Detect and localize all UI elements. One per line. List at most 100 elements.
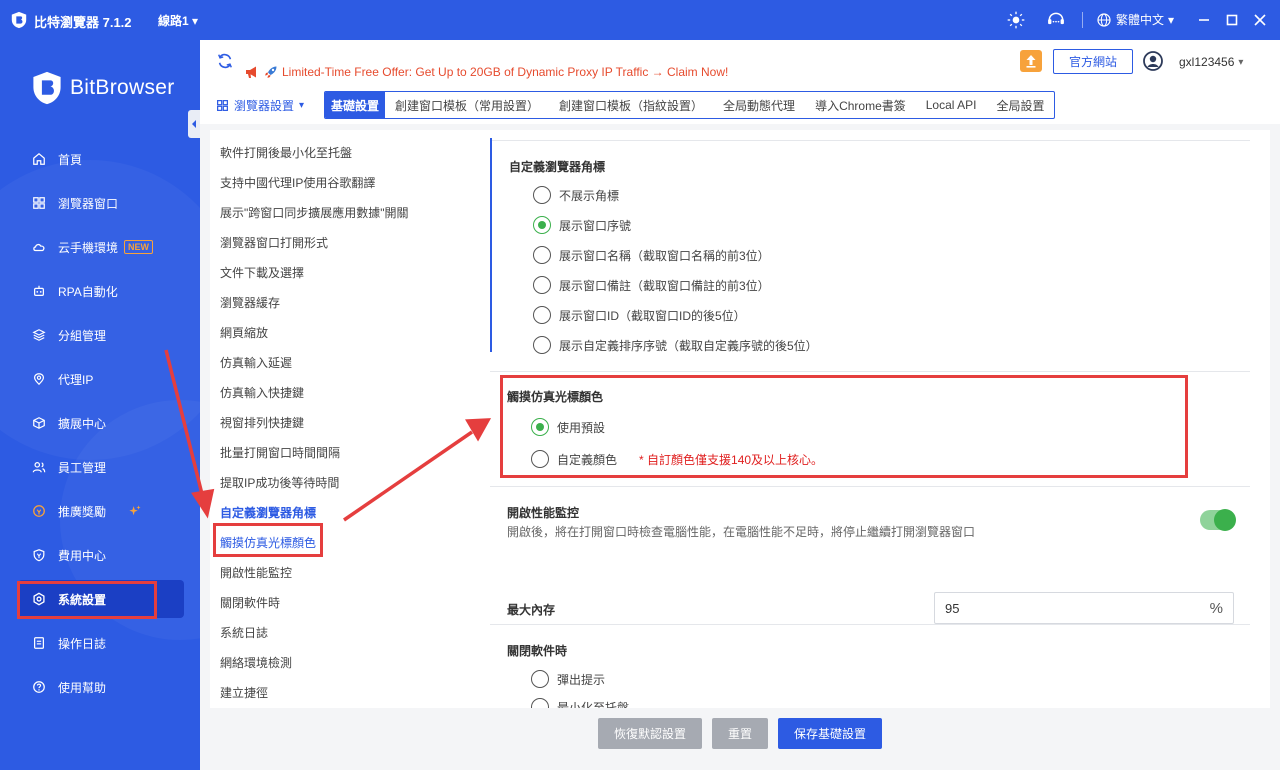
sidebar-item-cloud-phone[interactable]: 云手機環境 NEW (18, 228, 184, 266)
sparkle-icon (129, 505, 141, 516)
footer-actions: 恢復默認設置 重置 保存基礎設置 (200, 708, 1280, 770)
reset-button[interactable]: 重置 (712, 718, 768, 749)
tab-window-template-fingerprint[interactable]: 創建窗口模板（指紋設置） (549, 92, 713, 118)
sidebar-item-label: 操作日誌 (58, 636, 107, 651)
close-section-title: 關閉軟件時 (507, 644, 568, 658)
restore-defaults-button[interactable]: 恢復默認設置 (598, 718, 702, 749)
settings-nav-item[interactable]: 瀏覽器緩存 (220, 294, 280, 311)
settings-nav-item[interactable]: 展示"跨窗口同步擴展應用數據"開關 (220, 204, 409, 221)
app-title: 比特瀏覽器 7.1.2 (34, 15, 132, 30)
radio-label: 不展示角標 (559, 188, 620, 203)
radio-label: 展示窗口ID（截取窗口ID的後5位） (559, 308, 746, 323)
sidebar-item-extensions[interactable]: 擴展中心 (18, 404, 184, 442)
settings-nav-item[interactable]: 提取IP成功後等待時間 (220, 474, 339, 491)
log-icon (34, 637, 44, 649)
settings-nav-item[interactable]: 仿真輸入快捷鍵 (220, 384, 304, 401)
radio-button[interactable] (533, 186, 551, 204)
sidebar-item-groups[interactable]: 分組管理 (18, 316, 184, 354)
promo-banner[interactable]: Limited-Time Free Offer: Get Up to 20GB … (244, 65, 728, 79)
settings-nav-item[interactable]: 關閉軟件時 (220, 594, 280, 611)
user-menu[interactable]: gxl123456 ▾ (1179, 55, 1243, 69)
radio-button[interactable] (533, 276, 551, 294)
username: gxl123456 (1179, 55, 1235, 69)
refresh-icon[interactable] (216, 52, 234, 70)
app-window: 比特瀏覽器 7.1.2 線路1 ▾ 繁體中文 ▾ BitBrowser 首頁 瀏… (0, 0, 1280, 770)
radio-button[interactable] (533, 306, 551, 324)
settings-nav-item[interactable]: 網絡環境檢測 (220, 654, 292, 671)
radio-custom-order[interactable]: 展示自定義排序序號（截取自定義序號的後5位） (533, 336, 818, 354)
radio-button[interactable] (533, 216, 551, 234)
sidebar-item-home[interactable]: 首頁 (18, 140, 184, 178)
radio-button[interactable] (533, 336, 551, 354)
maximize-icon[interactable] (1224, 12, 1240, 28)
settings-nav-item[interactable]: 文件下載及選擇 (220, 264, 304, 281)
perf-description: 開啟後，將在打開窗口時檢查電腦性能，在電腦性能不足時，將停止繼續打開瀏覽器窗口 (507, 525, 976, 539)
close-icon[interactable] (1252, 12, 1268, 28)
radio-window-id[interactable]: 展示窗口ID（截取窗口ID的後5位） (533, 306, 746, 324)
radio-window-index[interactable]: 展示窗口序號 (533, 216, 631, 234)
tab-window-template-common[interactable]: 創建窗口模板（常用設置） (385, 92, 549, 118)
section-accent (490, 138, 492, 352)
sidebar-item-label: 使用幫助 (58, 680, 107, 695)
settings-nav-item-custom-corner[interactable]: 自定義瀏覽器角標 (220, 504, 316, 521)
sidebar-item-proxy-ip[interactable]: 代理IP (18, 360, 184, 398)
divider (490, 140, 1250, 141)
app-logo-icon (11, 11, 27, 29)
radio-button[interactable] (531, 670, 549, 688)
settings-nav-item[interactable]: 開啟性能監控 (220, 564, 292, 581)
titlebar-divider (1082, 12, 1083, 28)
tab-global-settings[interactable]: 全局設置 (986, 92, 1054, 118)
official-site-button[interactable]: 官方網站 (1053, 49, 1133, 74)
tab-global-dynamic-proxy[interactable]: 全局動態代理 (713, 92, 805, 118)
sidebar-item-rewards[interactable]: 推廣獎勵 (18, 492, 184, 530)
sidebar-item-label: 員工管理 (58, 460, 107, 475)
megaphone-icon (246, 66, 256, 78)
cloud-icon (33, 243, 45, 252)
settings-nav-item[interactable]: 支持中國代理IP使用谷歌翻譯 (220, 174, 375, 191)
sidebar-item-rpa[interactable]: RPA自動化 (18, 272, 184, 310)
sidebar-item-staff[interactable]: 員工管理 (18, 448, 184, 486)
tab-import-chrome-bookmarks[interactable]: 導入Chrome書簽 (805, 92, 916, 118)
settings-nav-item[interactable]: 瀏覽器窗口打開形式 (220, 234, 328, 251)
sidebar-collapse-button[interactable] (188, 110, 200, 138)
sidebar-item-label: 費用中心 (58, 548, 107, 563)
radio-label: 彈出提示 (557, 672, 606, 687)
reward-icon (33, 505, 45, 517)
save-basic-settings-button[interactable]: 保存基礎設置 (778, 718, 882, 749)
theme-toggle-icon[interactable] (1006, 10, 1026, 30)
sidebar-item-help[interactable]: 使用幫助 (18, 668, 184, 706)
perf-monitor-toggle[interactable] (1200, 509, 1236, 531)
radio-window-name[interactable]: 展示窗口名稱（截取窗口名稱的前3位） (533, 246, 770, 264)
sidebar-item-browser-windows[interactable]: 瀏覽器窗口 (18, 184, 184, 222)
settings-nav-item[interactable]: 系統日誌 (220, 624, 268, 641)
minimize-icon[interactable] (1196, 12, 1212, 28)
perf-section-title: 開啟性能監控 (507, 506, 580, 520)
browser-settings-selector[interactable]: 瀏覽器設置 ▾ (216, 97, 304, 114)
radio-window-remark[interactable]: 展示窗口備註（截取窗口備註的前3位） (533, 276, 770, 294)
radio-minimize-tray[interactable]: 最小化至托盤 (531, 698, 629, 708)
annotation-highlight-system-settings (17, 581, 157, 619)
tab-basic-settings[interactable]: 基礎設置 (325, 92, 386, 118)
sidebar-item-operation-log[interactable]: 操作日誌 (18, 624, 184, 662)
upload-button[interactable] (1020, 50, 1042, 72)
tab-local-api[interactable]: Local API (916, 92, 987, 118)
annotation-highlight-cursor-section (500, 375, 1188, 478)
settings-nav-item[interactable]: 建立捷徑 (220, 684, 268, 701)
settings-nav-item[interactable]: 視窗排列快捷鍵 (220, 414, 304, 431)
radio-button[interactable] (533, 246, 551, 264)
settings-nav-item[interactable]: 批量打開窗口時間間隔 (220, 444, 340, 461)
settings-nav-item[interactable]: 仿真輸入延遲 (220, 354, 292, 371)
radio-label: 展示窗口名稱（截取窗口名稱的前3位） (559, 248, 770, 263)
settings-nav-item[interactable]: 網頁縮放 (220, 324, 268, 341)
max-memory-input[interactable]: 95 % (934, 592, 1234, 624)
support-chat-icon[interactable] (1046, 10, 1066, 30)
radio-no-corner[interactable]: 不展示角標 (533, 186, 619, 204)
chevron-down-icon: ▾ (1238, 56, 1244, 68)
radio-button[interactable] (531, 698, 549, 708)
settings-nav-item[interactable]: 軟件打開後最小化至托盤 (220, 144, 352, 161)
sidebar-item-billing[interactable]: 費用中心 (18, 536, 184, 574)
radio-show-prompt[interactable]: 彈出提示 (531, 670, 605, 688)
line-selector[interactable]: 線路1 ▾ (158, 12, 198, 29)
avatar[interactable] (1143, 51, 1163, 71)
language-selector[interactable]: 繁體中文 ▾ (1096, 11, 1174, 28)
